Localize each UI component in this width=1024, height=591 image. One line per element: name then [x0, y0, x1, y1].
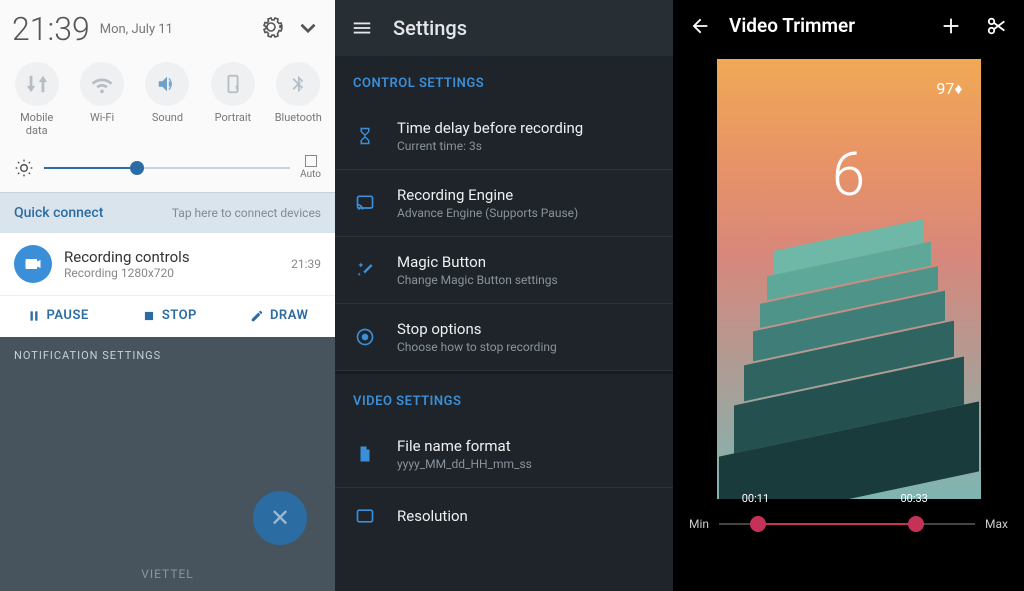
setting-file-name-format[interactable]: File name format yyyy_MM_dd_HH_mm_ss: [335, 421, 673, 488]
stop-circle-icon: [353, 325, 377, 349]
notification-title: Recording controls: [64, 248, 291, 266]
page-title: Video Trimmer: [729, 14, 922, 37]
clock-time: 21:39: [12, 10, 90, 48]
notification-time: 21:39: [291, 257, 321, 271]
qs-label: Portrait: [215, 111, 252, 124]
trim-end-time: 00:33: [900, 492, 927, 505]
data-icon: [15, 62, 59, 106]
video-preview[interactable]: 97♦ 6: [717, 59, 981, 499]
max-label: Max: [985, 517, 1008, 531]
qs-label: Sound: [152, 111, 183, 124]
trim-handle-start[interactable]: 00:11: [750, 516, 766, 532]
notification-settings-header: NOTIFICATION SETTINGS: [0, 337, 335, 362]
file-icon: [353, 442, 377, 466]
qs-mobile-data[interactable]: Mobile data: [7, 62, 67, 137]
trim-handle-end[interactable]: 00:33: [908, 516, 924, 532]
setting-magic-button[interactable]: Magic Button Change Magic Button setting…: [335, 237, 673, 304]
recording-notification[interactable]: Recording controls Recording 1280x720 21…: [0, 233, 335, 337]
close-icon: ✕: [270, 504, 290, 532]
auto-brightness[interactable]: Auto: [300, 155, 321, 180]
notification-header: Recording controls Recording 1280x720 21…: [0, 233, 335, 289]
brightness-slider[interactable]: [44, 167, 290, 169]
bluetooth-icon: [276, 62, 320, 106]
appbar: Video Trimmer: [673, 0, 1024, 51]
setting-stop-options[interactable]: Stop options Choose how to stop recordin…: [335, 304, 673, 371]
score-main: 6: [717, 139, 981, 210]
setting-subtitle: Current time: 3s: [397, 139, 583, 153]
quick-connect-hint: Tap here to connect devices: [172, 206, 321, 220]
setting-title: Magic Button: [397, 253, 558, 271]
setting-title: Recording Engine: [397, 186, 578, 204]
draw-button[interactable]: DRAW: [250, 308, 308, 323]
close-fab[interactable]: ✕: [253, 491, 307, 545]
checkbox-icon[interactable]: [305, 155, 317, 167]
setting-title: Resolution: [397, 507, 468, 525]
qs-label: Wi-Fi: [90, 111, 114, 124]
resolution-icon: [353, 504, 377, 528]
scissors-icon[interactable]: [986, 15, 1008, 37]
notification-subtitle: Recording 1280x720: [64, 266, 291, 280]
status-header: 21:39 Mon, July 11: [0, 0, 335, 56]
chevron-down-icon[interactable]: [295, 15, 323, 43]
hamburger-icon[interactable]: [351, 17, 373, 39]
qs-label: Mobile data: [20, 111, 53, 137]
setting-title: File name format: [397, 437, 532, 455]
gear-icon[interactable]: [259, 15, 287, 43]
camera-icon: [14, 245, 52, 283]
setting-subtitle: yyyy_MM_dd_HH_mm_ss: [397, 457, 532, 471]
qs-wifi[interactable]: Wi-Fi: [72, 62, 132, 137]
qs-portrait[interactable]: Portrait: [203, 62, 263, 137]
quick-connect-label: Quick connect: [14, 205, 103, 221]
plus-icon[interactable]: [940, 15, 962, 37]
date-label: Mon, July 11: [100, 22, 251, 37]
trim-start-time: 00:11: [742, 492, 769, 505]
setting-subtitle: Advance Engine (Supports Pause): [397, 206, 578, 220]
setting-title: Time delay before recording: [397, 119, 583, 137]
qs-bluetooth[interactable]: Bluetooth: [268, 62, 328, 137]
setting-time-delay[interactable]: Time delay before recording Current time…: [335, 103, 673, 170]
sound-icon: [145, 62, 189, 106]
qs-sound[interactable]: Sound: [137, 62, 197, 137]
min-label: Min: [689, 517, 709, 531]
brightness-icon: [14, 158, 34, 178]
video-trimmer-screen: Video Trimmer 97♦ 6 Min 00:11 00:33 Max: [673, 0, 1024, 591]
setting-subtitle: Choose how to stop recording: [397, 340, 557, 354]
carrier-label: VIETTEL: [0, 567, 335, 581]
score-badge: 97♦: [936, 79, 962, 99]
quick-settings-row: Mobile data Wi-Fi Sound Portrait Bluetoo…: [0, 56, 335, 147]
hourglass-icon: [353, 124, 377, 148]
section-control-settings: CONTROL SETTINGS: [335, 56, 673, 103]
section-video-settings: VIDEO SETTINGS: [335, 374, 673, 421]
setting-resolution[interactable]: Resolution: [335, 488, 673, 544]
setting-title: Stop options: [397, 320, 557, 338]
cast-icon: [353, 191, 377, 215]
brightness-row: Auto: [0, 147, 335, 192]
portrait-icon: [211, 62, 255, 106]
slider-thumb[interactable]: [130, 161, 144, 175]
trim-slider-row: Min 00:11 00:33 Max: [673, 499, 1024, 531]
qs-label: Bluetooth: [275, 111, 322, 124]
notification-actions: PAUSE STOP DRAW: [0, 295, 335, 337]
page-title: Settings: [393, 16, 467, 40]
settings-screen: Settings CONTROL SETTINGS Time delay bef…: [335, 0, 673, 591]
pause-button[interactable]: PAUSE: [27, 308, 89, 323]
wifi-icon: [80, 62, 124, 106]
auto-label: Auto: [300, 169, 321, 180]
quick-connect-row[interactable]: Quick connect Tap here to connect device…: [0, 192, 335, 233]
notification-shade: 21:39 Mon, July 11 Mobile data Wi-Fi Sou…: [0, 0, 335, 591]
back-icon[interactable]: [689, 15, 711, 37]
setting-subtitle: Change Magic Button settings: [397, 273, 558, 287]
magic-icon: [353, 258, 377, 282]
appbar: Settings: [335, 0, 673, 56]
setting-recording-engine[interactable]: Recording Engine Advance Engine (Support…: [335, 170, 673, 237]
stop-button[interactable]: STOP: [142, 308, 197, 323]
trim-slider[interactable]: 00:11 00:33: [719, 523, 975, 525]
